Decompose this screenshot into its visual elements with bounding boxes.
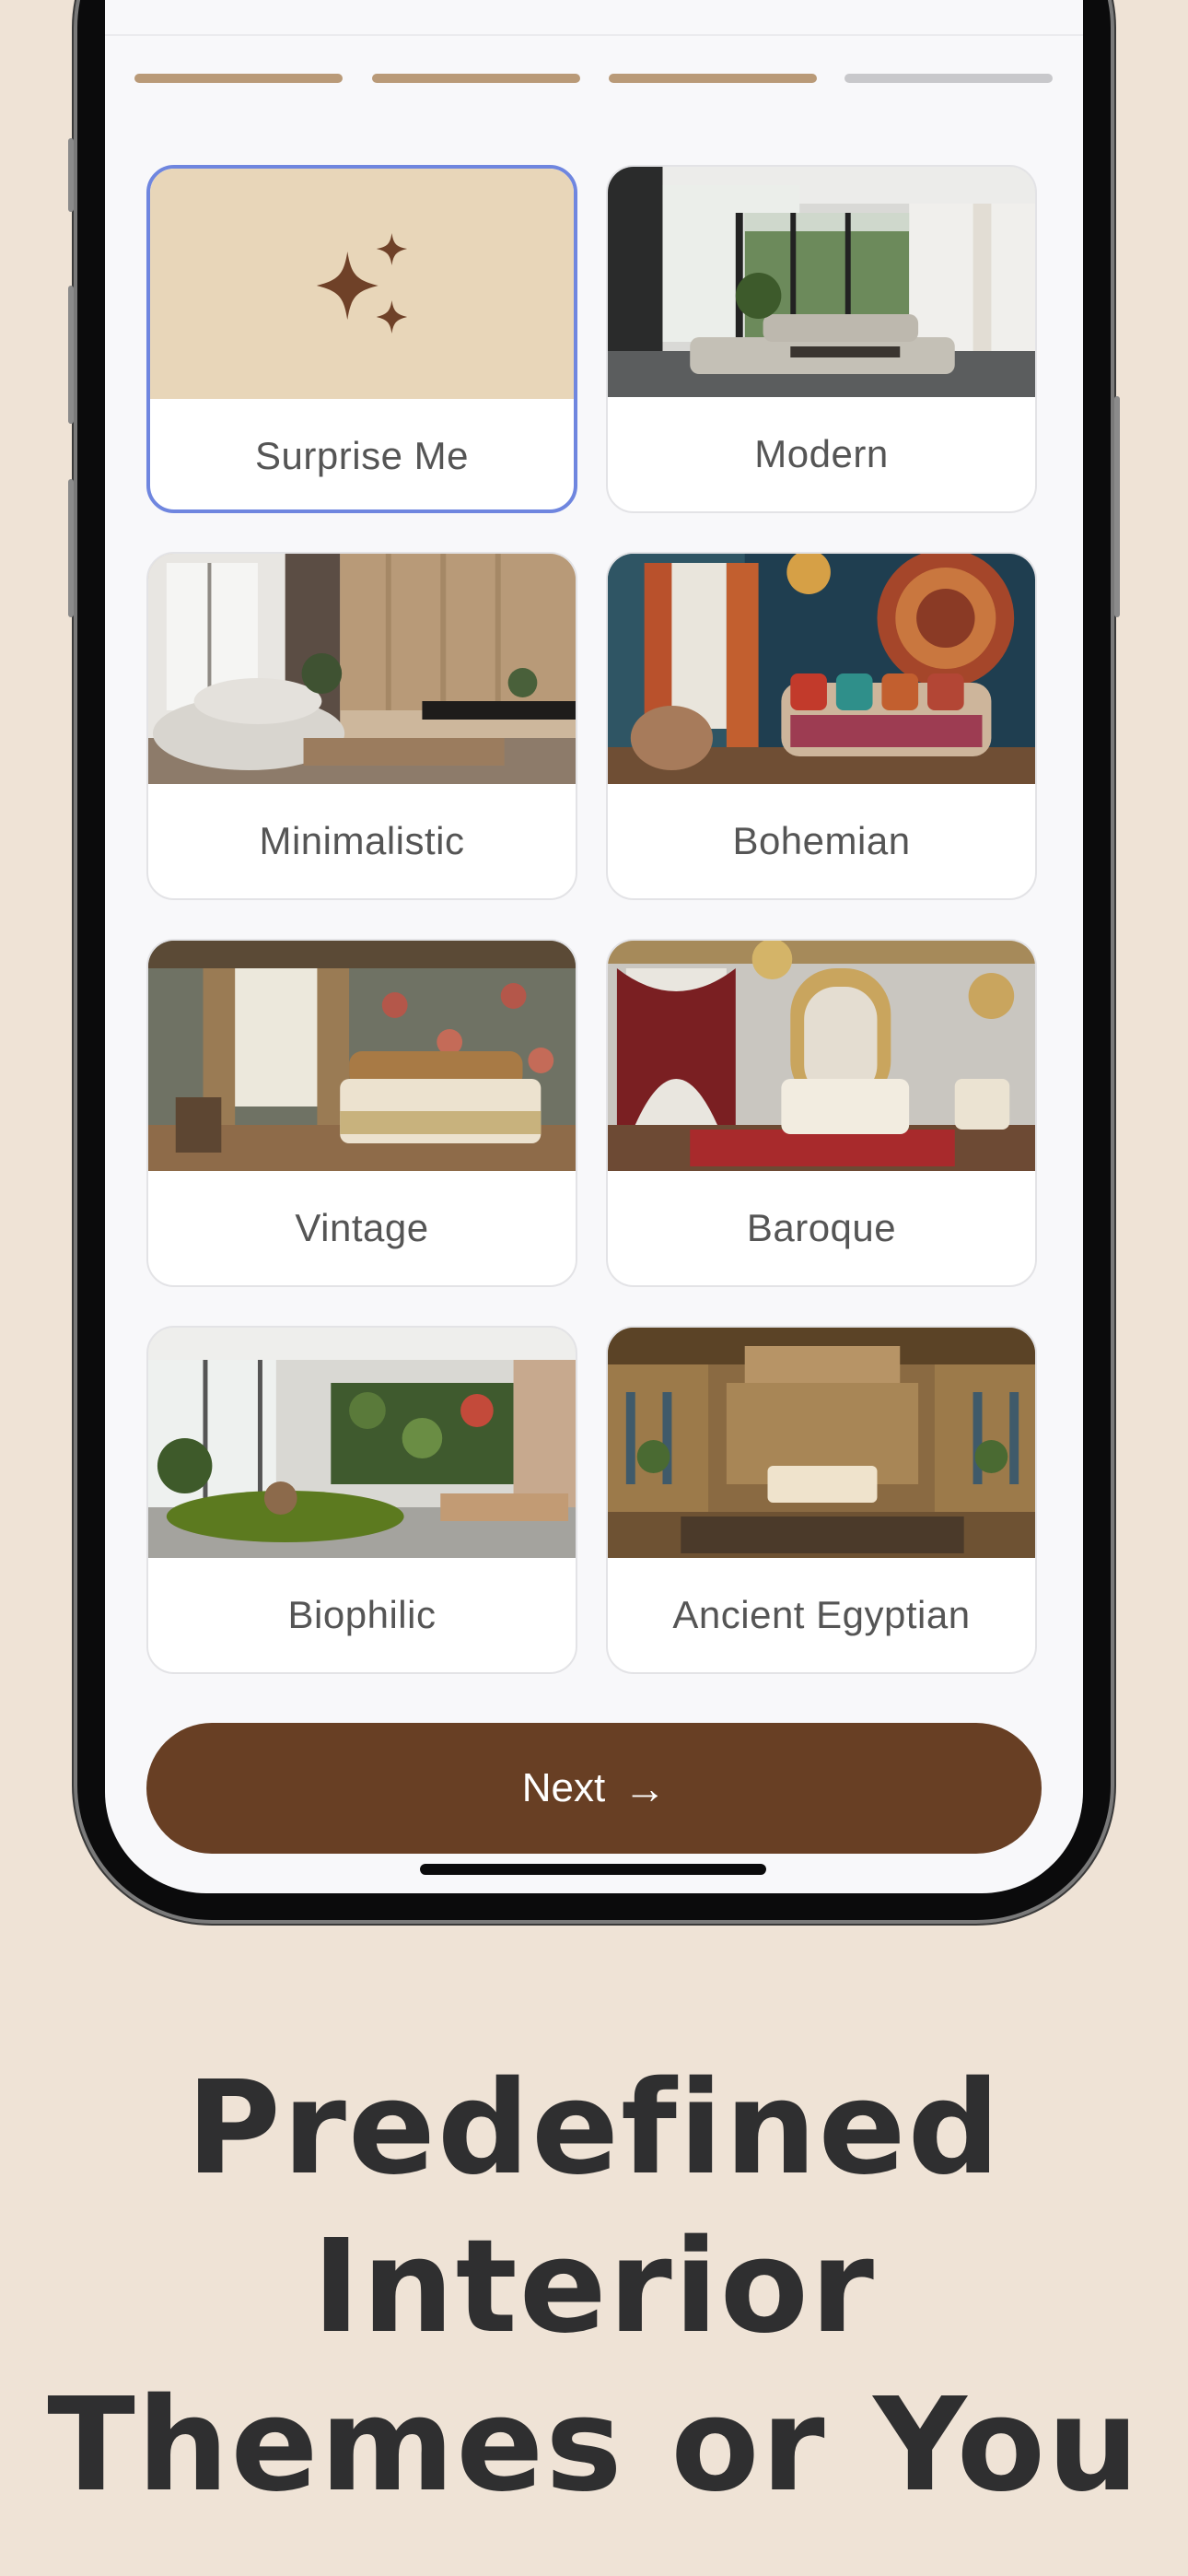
theme-card-modern[interactable]: Modern: [606, 165, 1037, 513]
theme-label: Minimalistic: [259, 819, 465, 862]
bohemian-room-photo: [608, 554, 1035, 784]
theme-card-surprise-me[interactable]: Surprise Me: [146, 165, 577, 513]
minimalistic-room-photo: [148, 554, 576, 784]
biophilic-room-photo: [148, 1328, 576, 1558]
theme-label: Bohemian: [732, 819, 911, 862]
theme-label: Ancient Egyptian: [672, 1593, 971, 1636]
theme-card-biophilic[interactable]: Biophilic: [146, 1326, 577, 1674]
theme-label: Biophilic: [287, 1593, 437, 1636]
sparkles-icon: [316, 233, 408, 334]
vintage-room-photo: [148, 941, 576, 1171]
theme-label: Vintage: [295, 1206, 429, 1249]
progress-step-2: [372, 74, 580, 83]
theme-label: Modern: [754, 432, 889, 475]
surprise-me-thumbnail: [150, 169, 574, 399]
theme-card-minimalistic[interactable]: Minimalistic: [146, 552, 577, 900]
theme-label: Surprise Me: [255, 434, 469, 477]
arrow-right-icon: →: [623, 1764, 667, 1812]
phone-side-button: [68, 138, 74, 212]
modern-room-photo: [608, 167, 1035, 397]
headline-line-1: Predefined: [186, 2054, 1002, 2204]
phone-power-button: [1114, 396, 1120, 617]
theme-card-baroque[interactable]: Baroque: [606, 939, 1037, 1287]
ancient-egyptian-room-photo: [608, 1328, 1035, 1558]
phone-volume-up-button: [68, 286, 74, 424]
theme-card-ancient-egyptian[interactable]: Ancient Egyptian: [606, 1326, 1037, 1674]
phone-volume-down-button: [68, 479, 74, 617]
theme-card-bohemian[interactable]: Bohemian: [606, 552, 1037, 900]
headline-line-3: Themes or You: [47, 2371, 1141, 2521]
baroque-room-photo: [608, 941, 1035, 1171]
next-button[interactable]: Next →: [146, 1723, 1042, 1854]
progress-step-1: [134, 74, 343, 83]
theme-label: Baroque: [746, 1206, 897, 1249]
progress-step-3: [609, 74, 817, 83]
progress-step-4: [844, 74, 1053, 83]
header-strip: [105, 0, 1083, 36]
theme-card-vintage[interactable]: Vintage: [146, 939, 577, 1287]
marketing-headline: Predefined Interior Themes or You: [0, 2050, 1188, 2525]
home-indicator: [420, 1864, 766, 1875]
app-screen: Surprise Me Modern Minimalistic Bohemian…: [105, 0, 1083, 1893]
headline-line-2: Interior: [312, 2212, 876, 2362]
next-button-label: Next: [521, 1765, 606, 1810]
